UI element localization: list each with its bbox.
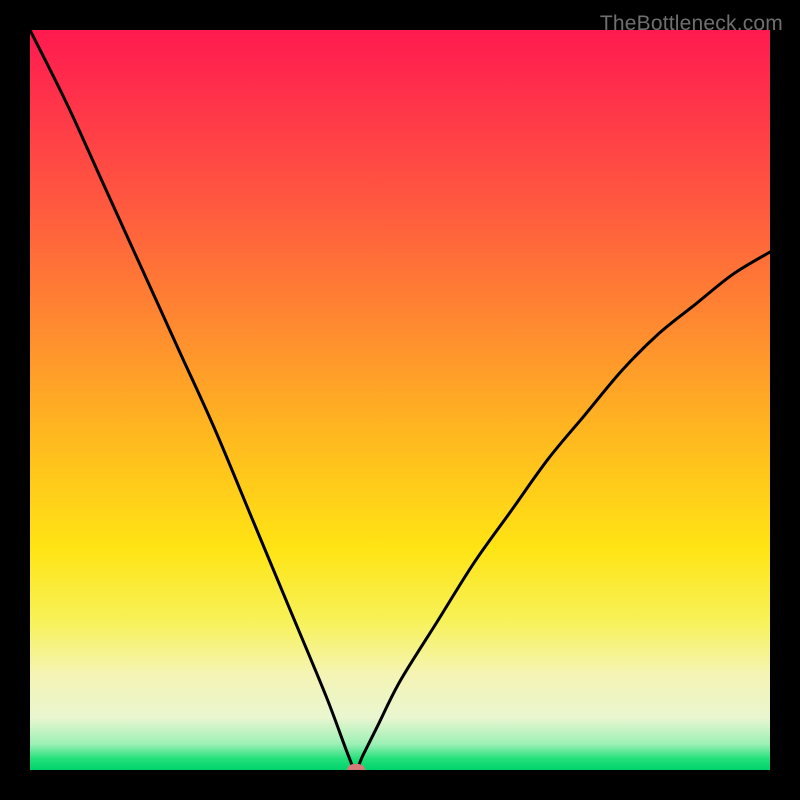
plot-area [30,30,770,770]
curve-svg [30,30,770,770]
bottleneck-marker [347,764,365,770]
bottleneck-curve [30,30,770,770]
chart-frame: TheBottleneck.com [15,15,785,785]
